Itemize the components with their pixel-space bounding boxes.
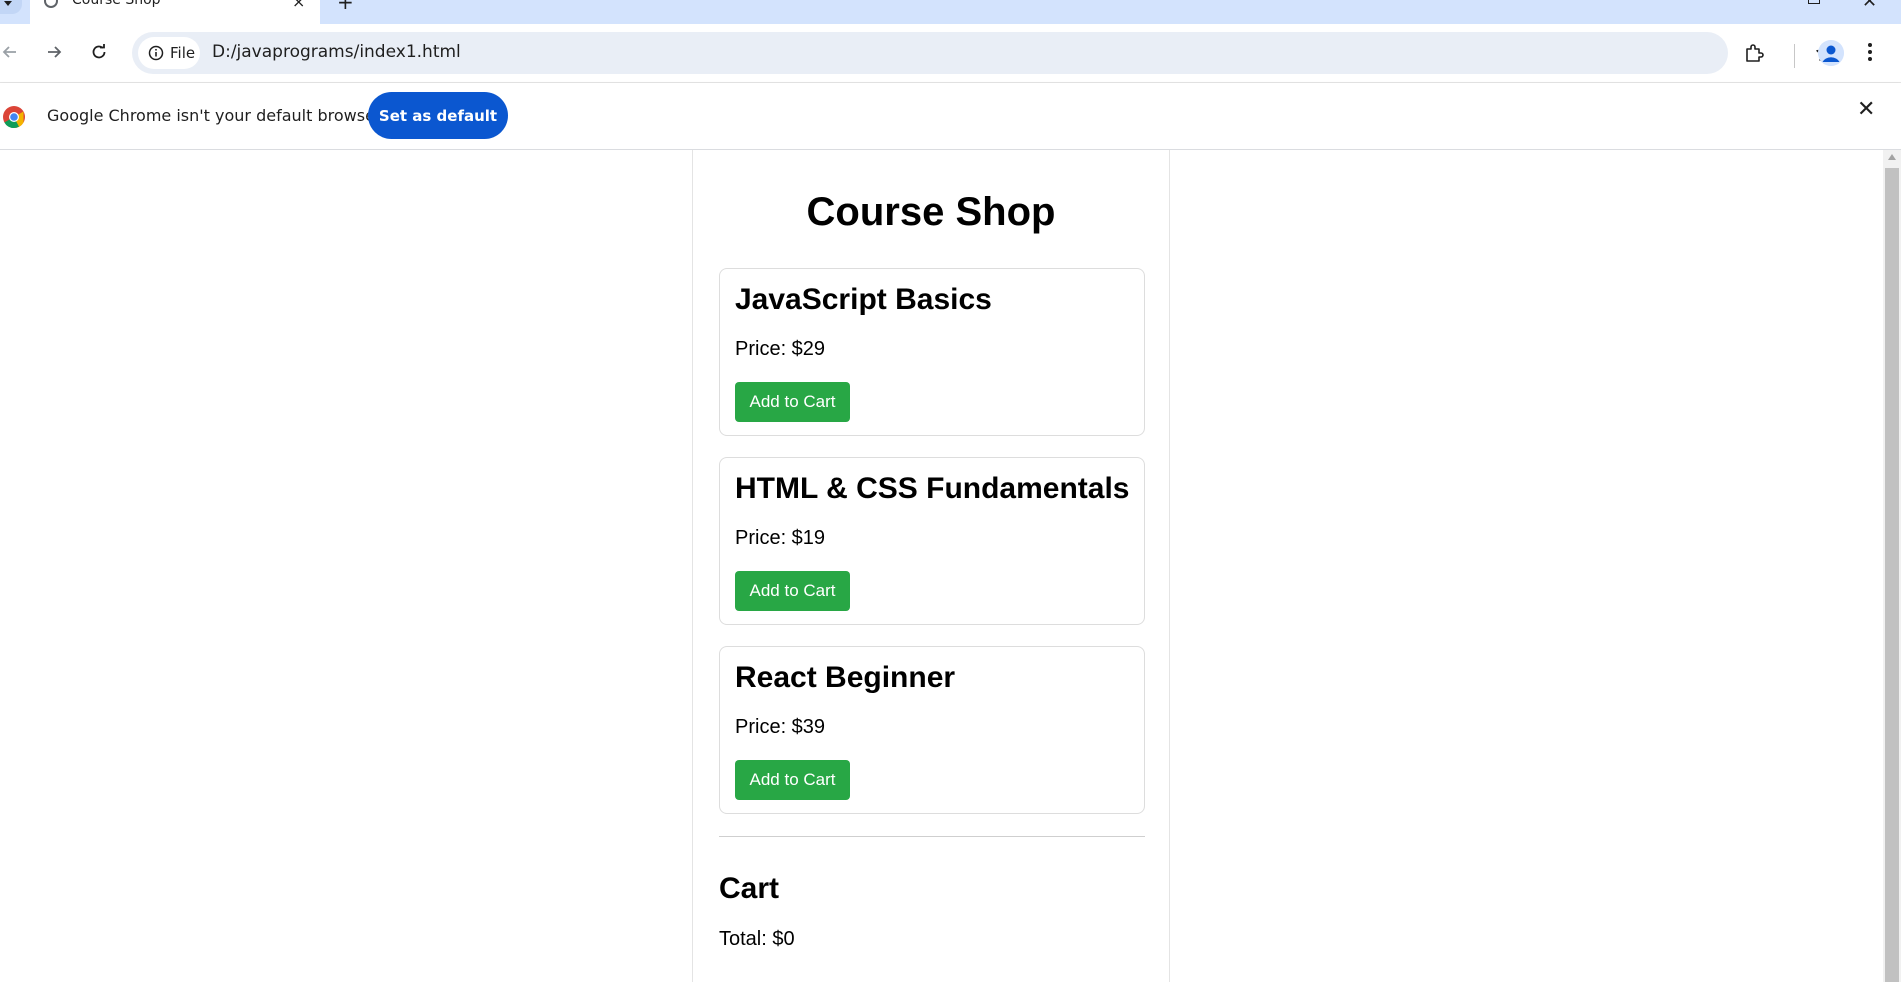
- course-name: HTML & CSS Fundamentals: [735, 472, 1130, 505]
- window-close-icon[interactable]: ✕: [1862, 0, 1877, 12]
- course-price: Price: $39: [735, 716, 826, 738]
- forward-arrow-icon: [48, 46, 62, 58]
- infobar-close-icon[interactable]: ✕: [1857, 97, 1875, 122]
- course-card: React Beginner Price: $39 Add to Cart: [719, 646, 1145, 814]
- toolbar-separator: [1794, 44, 1795, 68]
- scroll-thumb[interactable]: [1885, 168, 1899, 982]
- default-browser-infobar: Google Chrome isn't your default browser…: [0, 83, 1901, 150]
- forward-button[interactable]: [36, 34, 72, 70]
- course-card: HTML & CSS Fundamentals Price: $19 Add t…: [719, 457, 1145, 625]
- infobar-message: Google Chrome isn't your default browser: [47, 106, 382, 125]
- back-button[interactable]: [0, 34, 28, 70]
- tab-strip: Course Shop × + ✕: [0, 0, 1901, 24]
- page-viewport: Course Shop JavaScript Basics Price: $29…: [0, 150, 1883, 982]
- cart-total: Total: $0: [719, 928, 795, 950]
- new-tab-icon[interactable]: +: [337, 0, 354, 14]
- add-to-cart-button[interactable]: Add to Cart: [735, 571, 850, 611]
- add-to-cart-button[interactable]: Add to Cart: [735, 760, 850, 800]
- cart-divider: [719, 836, 1145, 837]
- chrome-menu-button[interactable]: [1866, 41, 1874, 68]
- reload-icon: [92, 44, 106, 59]
- profile-avatar[interactable]: [1818, 40, 1844, 66]
- info-icon: [148, 45, 164, 61]
- course-price: Price: $29: [735, 338, 826, 360]
- tab-close-icon[interactable]: ×: [292, 0, 305, 11]
- browser-toolbar: File D:/javaprograms/index1.html: [0, 24, 1901, 83]
- address-bar[interactable]: File D:/javaprograms/index1.html: [132, 32, 1834, 74]
- set-as-default-button[interactable]: Set as default: [368, 92, 508, 139]
- person-icon: [1818, 40, 1844, 66]
- tab-search-dropdown-icon[interactable]: [0, 0, 22, 14]
- page-scrollbar[interactable]: [1883, 150, 1901, 982]
- add-to-cart-button[interactable]: Add to Cart: [735, 382, 850, 422]
- site-info-chip[interactable]: File: [138, 37, 200, 69]
- course-name: JavaScript Basics: [735, 283, 992, 316]
- puzzle-icon: [1746, 44, 1764, 62]
- active-tab[interactable]: Course Shop ×: [30, 0, 320, 24]
- reload-button[interactable]: [81, 34, 117, 70]
- window-restore-icon[interactable]: [1808, 0, 1820, 4]
- course-price: Price: $19: [735, 527, 826, 549]
- tab-favicon-icon: [44, 0, 58, 8]
- url-text[interactable]: D:/javaprograms/index1.html: [212, 42, 461, 62]
- course-name: React Beginner: [735, 661, 956, 694]
- back-arrow-icon: [2, 46, 16, 58]
- tab-title: Course Shop: [72, 0, 161, 8]
- kebab-menu-icon: [1868, 43, 1872, 61]
- page-title: Course Shop: [806, 190, 1056, 234]
- chip-label: File: [170, 44, 196, 62]
- scroll-up-arrow-icon[interactable]: [1888, 154, 1896, 160]
- shop-container: Course Shop JavaScript Basics Price: $29…: [692, 150, 1170, 982]
- course-card: JavaScript Basics Price: $29 Add to Cart: [719, 268, 1145, 436]
- cart-title: Cart: [719, 872, 780, 905]
- extensions-button[interactable]: [1743, 42, 1765, 69]
- chrome-logo-icon: [2, 105, 26, 134]
